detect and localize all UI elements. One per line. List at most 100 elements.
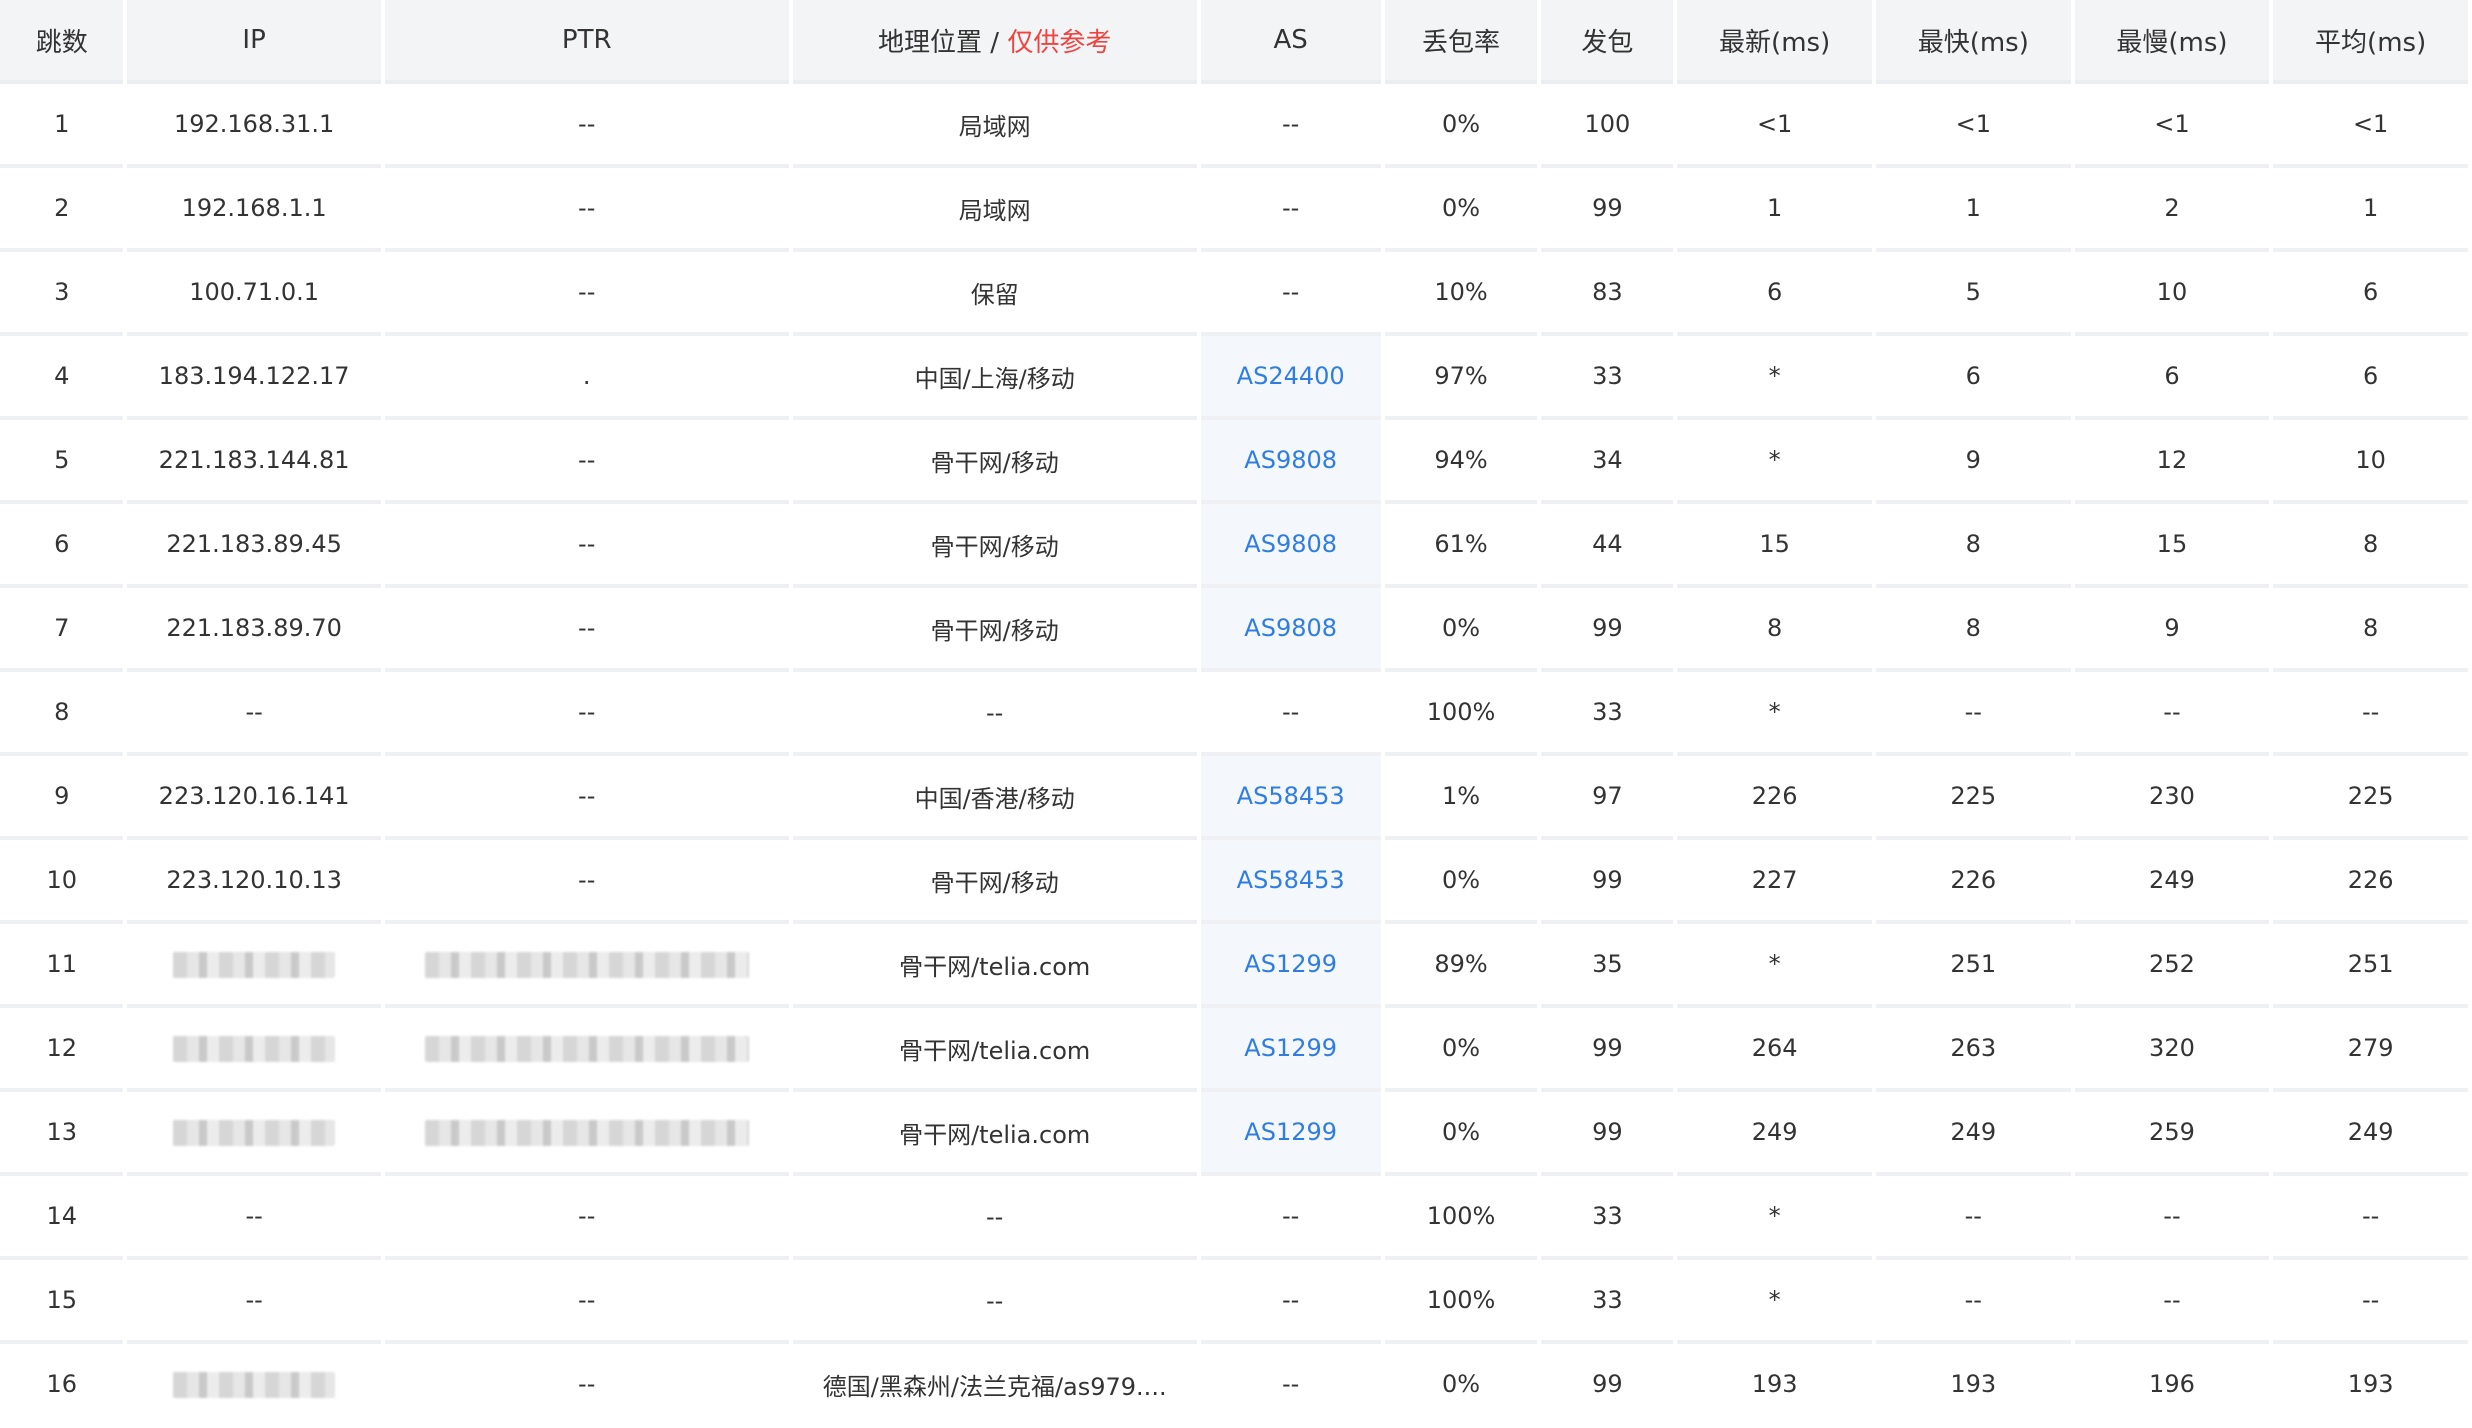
cell-ip: 223.120.16.141 bbox=[127, 756, 381, 840]
cell-hop: 9 bbox=[0, 756, 124, 840]
cell-ptr: -- bbox=[384, 252, 789, 336]
cell-hop: 1 bbox=[0, 84, 124, 168]
cell-ip: 221.183.89.45 bbox=[127, 504, 381, 588]
cell-last: 249 bbox=[1677, 1092, 1872, 1176]
as-link[interactable]: AS24400 bbox=[1237, 362, 1345, 390]
cell-best: 8 bbox=[1875, 504, 2071, 588]
redacted-ptr bbox=[424, 952, 749, 978]
cell-last: 6 bbox=[1677, 252, 1872, 336]
cell-loss: 0% bbox=[1384, 1092, 1538, 1176]
cell-as: AS9808 bbox=[1200, 504, 1381, 588]
cell-best: 8 bbox=[1875, 588, 2071, 672]
cell-ptr: -- bbox=[384, 1176, 789, 1260]
redacted-ptr bbox=[424, 1120, 749, 1146]
geo-text: 骨干网/telia.com bbox=[899, 952, 1091, 981]
cell-best: -- bbox=[1875, 672, 2071, 756]
as-link[interactable]: AS1299 bbox=[1244, 1034, 1337, 1062]
cell-ptr: -- bbox=[384, 588, 789, 672]
geo-text: -- bbox=[986, 1286, 1004, 1315]
geo-text: 骨干网/移动 bbox=[930, 532, 1059, 561]
cell-loss: 100% bbox=[1384, 1260, 1538, 1344]
cell-ptr: -- bbox=[384, 672, 789, 756]
cell-as: AS9808 bbox=[1200, 420, 1381, 504]
as-link[interactable]: AS1299 bbox=[1244, 1118, 1337, 1146]
cell-last: 264 bbox=[1677, 1008, 1872, 1092]
cell-loss: 0% bbox=[1384, 840, 1538, 924]
cell-geo: 德国/黑森州/法兰克福/as979.... bbox=[793, 1344, 1197, 1424]
cell-as: AS58453 bbox=[1200, 840, 1381, 924]
cell-best: 251 bbox=[1875, 924, 2071, 1008]
as-link[interactable]: AS9808 bbox=[1244, 614, 1337, 642]
cell-sent: 33 bbox=[1541, 336, 1674, 420]
cell-avg: -- bbox=[2273, 1176, 2468, 1260]
cell-as: -- bbox=[1200, 672, 1381, 756]
cell-hop: 3 bbox=[0, 252, 124, 336]
cell-avg: 251 bbox=[2273, 924, 2468, 1008]
cell-as: AS9808 bbox=[1200, 588, 1381, 672]
cell-loss: 61% bbox=[1384, 504, 1538, 588]
cell-avg: 225 bbox=[2273, 756, 2468, 840]
header-worst: 最慢(ms) bbox=[2074, 0, 2270, 84]
cell-as: -- bbox=[1200, 1260, 1381, 1344]
table-row: 2 192.168.1.1 -- 局域网 -- 0% 99 1 1 2 1 bbox=[0, 168, 2468, 252]
cell-ip: 192.168.1.1 bbox=[127, 168, 381, 252]
cell-ptr bbox=[384, 924, 789, 1008]
cell-loss: 10% bbox=[1384, 252, 1538, 336]
cell-hop: 10 bbox=[0, 840, 124, 924]
table-row: 8 -- -- -- -- 100% 33 * -- -- -- bbox=[0, 672, 2468, 756]
cell-geo: 骨干网/移动 bbox=[792, 420, 1197, 504]
header-ptr: PTR bbox=[384, 0, 789, 84]
cell-geo: -- bbox=[792, 672, 1197, 756]
cell-avg: <1 bbox=[2273, 84, 2468, 168]
geo-text: 骨干网/移动 bbox=[930, 616, 1059, 645]
cell-avg: 6 bbox=[2273, 252, 2468, 336]
cell-as: -- bbox=[1282, 1370, 1300, 1398]
cell-ptr bbox=[384, 1008, 789, 1092]
geo-text: 保留 bbox=[970, 280, 1019, 309]
as-link[interactable]: AS58453 bbox=[1237, 866, 1345, 894]
cell-ip: -- bbox=[127, 1176, 381, 1260]
cell-ip: -- bbox=[127, 1260, 381, 1344]
cell-worst: 2 bbox=[2074, 168, 2270, 252]
header-geo-label: 地理位置 / bbox=[878, 27, 1008, 58]
cell-as: -- bbox=[1200, 84, 1381, 168]
cell-sent: 33 bbox=[1541, 1176, 1674, 1260]
cell-loss: 89% bbox=[1384, 924, 1538, 1008]
redacted-ip bbox=[173, 1120, 336, 1146]
cell-ip bbox=[127, 1344, 380, 1424]
redacted-ip bbox=[173, 1036, 336, 1062]
as-link[interactable]: AS1299 bbox=[1244, 950, 1337, 978]
cell-sent: 97 bbox=[1541, 756, 1674, 840]
table-body: 1 192.168.31.1 -- 局域网 -- 0% 100 <1 <1 <1 <1 2 192.16… bbox=[0, 84, 2468, 1424]
cell-best: -- bbox=[1875, 1260, 2071, 1344]
cell-sent: 99 bbox=[1541, 1008, 1674, 1092]
geo-text: 局域网 bbox=[958, 196, 1031, 225]
as-link[interactable]: AS9808 bbox=[1244, 530, 1337, 558]
geo-text: 中国/上海/移动 bbox=[914, 364, 1075, 393]
cell-sent: 100 bbox=[1541, 84, 1674, 168]
as-link[interactable]: AS9808 bbox=[1244, 446, 1337, 474]
cell-worst: -- bbox=[2074, 672, 2270, 756]
cell-ip: 221.183.144.81 bbox=[127, 420, 381, 504]
table-row: 3 100.71.0.1 -- 保留 -- 10% 83 6 5 10 6 bbox=[0, 252, 2468, 336]
redacted-ip bbox=[173, 952, 336, 978]
geo-text: 中国/香港/移动 bbox=[914, 784, 1075, 813]
cell-loss: 0% bbox=[1384, 588, 1538, 672]
geo-text: 局域网 bbox=[958, 112, 1031, 141]
table-row: 5 221.183.144.81 -- 骨干网/移动 AS9808 94% 34 * 9 12 10 bbox=[0, 420, 2468, 504]
as-link[interactable]: AS58453 bbox=[1237, 782, 1345, 810]
header-sent: 发包 bbox=[1541, 0, 1674, 84]
cell-geo: -- bbox=[792, 1176, 1197, 1260]
table-row: 7 221.183.89.70 -- 骨干网/移动 AS9808 0% 99 8 8 9 8 bbox=[0, 588, 2468, 672]
header-loss: 丢包率 bbox=[1384, 0, 1538, 84]
table-row: 10 223.120.10.13 -- 骨干网/移动 AS58453 0% 99 227 226… bbox=[0, 840, 2468, 924]
cell-geo: 局域网 bbox=[792, 84, 1197, 168]
cell-hop: 15 bbox=[0, 1260, 124, 1344]
cell-loss: 1% bbox=[1384, 756, 1538, 840]
cell-ip: 183.194.122.17 bbox=[127, 336, 381, 420]
cell-loss: 0% bbox=[1384, 168, 1538, 252]
cell-geo: 骨干网/telia.com bbox=[792, 1092, 1197, 1176]
cell-geo: 中国/香港/移动 bbox=[792, 756, 1197, 840]
cell-ptr: -- bbox=[384, 168, 789, 252]
cell-worst: <1 bbox=[2074, 84, 2270, 168]
